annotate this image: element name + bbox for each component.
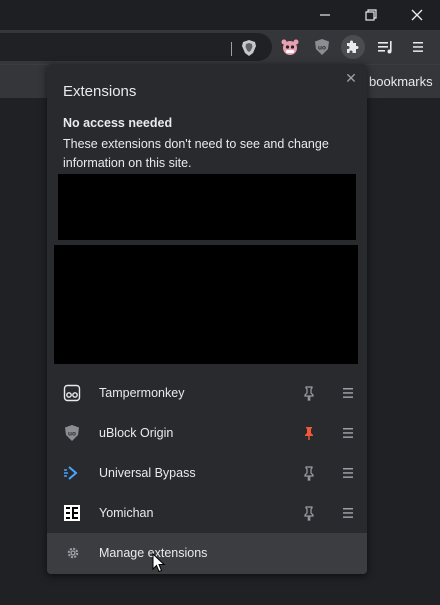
extension-row-ublock-origin[interactable]: uo uBlock Origin [47,413,367,453]
extension-row-universal-bypass[interactable]: Universal Bypass [47,453,367,493]
minimize-icon [320,14,330,16]
bookmarks-bar-text[interactable]: bookmarks [369,74,433,89]
extension-name: Yomichan [99,506,154,520]
pin-icon[interactable] [301,505,317,521]
pin-icon[interactable] [301,465,317,481]
svg-text:uo: uo [318,45,326,52]
close-icon [411,9,423,21]
extensions-button[interactable] [341,35,365,59]
extension-name: Universal Bypass [99,466,196,480]
pinned-icon[interactable] [301,425,317,441]
browser-menu-button[interactable] [406,35,430,59]
gear-icon [67,547,79,559]
close-window-button[interactable] [394,0,440,30]
section-heading: No access needed [63,116,173,130]
svg-text:uo: uo [68,431,76,438]
extension-row-tampermonkey[interactable]: Tampermonkey [47,373,367,413]
tampermonkey-toolbar-icon [281,39,299,55]
redacted-region [58,174,356,240]
mouse-cursor-icon [152,553,166,573]
extension-name: uBlock Origin [99,426,174,440]
yomichan-icon [63,504,81,522]
title-bar [0,0,440,30]
more-options-icon[interactable] [340,425,356,441]
menu-kebab-icon [413,42,423,52]
universal-bypass-icon [63,464,81,482]
more-options-icon[interactable] [340,385,356,401]
minimize-button[interactable] [302,0,348,30]
ublock-toolbar-icon: uo [315,39,329,55]
extensions-puzzle-icon [347,40,359,53]
redacted-region [54,245,358,364]
restore-button[interactable] [348,0,394,30]
manage-extensions-button[interactable]: Manage extensions [47,533,367,574]
ublock-origin-icon: uo [63,424,81,442]
tampermonkey-icon [63,384,81,402]
media-queue-button[interactable] [374,35,398,59]
extensions-popup: Extensions ✕ No access needed These exte… [47,64,367,574]
restore-icon [365,9,377,21]
more-options-icon[interactable] [340,505,356,521]
popup-title: Extensions [63,83,137,100]
section-description: These extensions don't need to see and c… [63,137,329,170]
ublock-toolbar-button[interactable]: uo [310,35,334,59]
toolbar: uo [0,30,440,64]
more-options-icon[interactable] [340,465,356,481]
omnibox-separator [231,42,232,56]
media-queue-icon [378,41,392,54]
pin-icon[interactable] [301,385,317,401]
close-popup-button[interactable]: ✕ [343,70,359,86]
tampermonkey-toolbar-button[interactable] [278,35,302,59]
address-bar[interactable] [0,33,272,61]
brave-shield-icon[interactable] [240,39,258,57]
extension-row-yomichan[interactable]: Yomichan [47,493,367,533]
extension-name: Tampermonkey [99,386,185,400]
close-popup-icon: ✕ [345,70,357,86]
